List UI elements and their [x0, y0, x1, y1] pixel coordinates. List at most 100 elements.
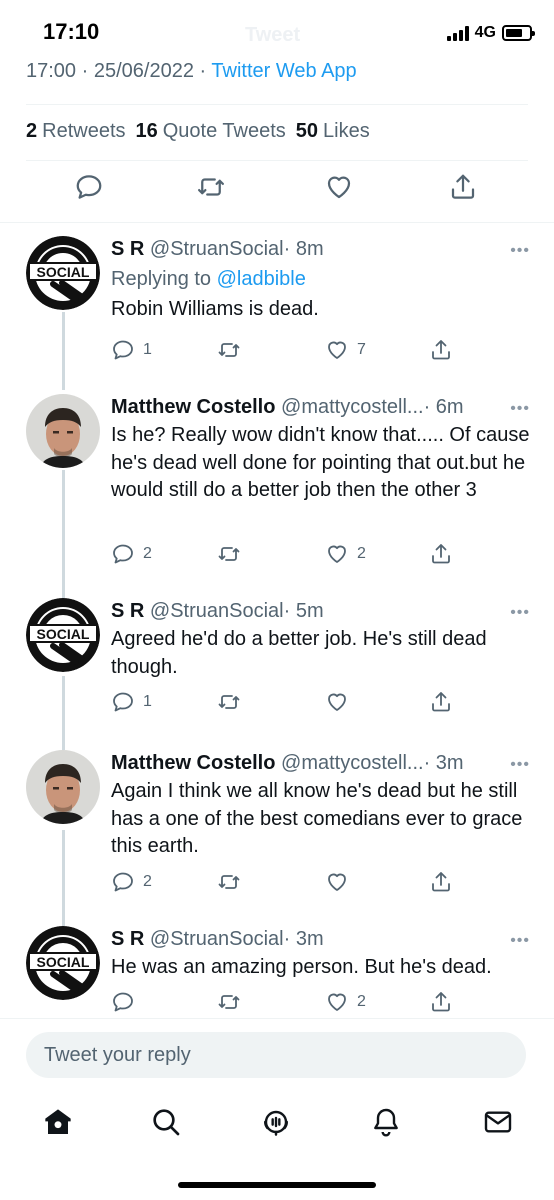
profile-photo: [26, 394, 100, 468]
reply-button[interactable]: 1: [111, 338, 152, 362]
reply-icon: [113, 692, 133, 712]
divider: [0, 222, 554, 223]
reply-count: 2: [143, 545, 152, 562]
like-button[interactable]: 7: [325, 338, 366, 362]
reply-tweet[interactable]: Matthew Costello @mattycostell...· 6m ••…: [0, 394, 554, 584]
status-indicators: 4G: [446, 22, 535, 44]
reply-tweet[interactable]: SOCIAL S R @StruanSocial· 8m ••• Replyin…: [0, 236, 554, 376]
author-handle[interactable]: @mattycostell...: [281, 752, 424, 774]
author-name[interactable]: Matthew Costello: [111, 752, 275, 774]
retweet-icon: [218, 875, 240, 889]
avatar-social-club[interactable]: SOCIAL: [26, 236, 100, 310]
share-button[interactable]: [429, 338, 453, 362]
replying-to: Replying to @ladbible: [111, 264, 530, 294]
meta-separator: ·: [81, 60, 89, 82]
like-button[interactable]: [325, 870, 357, 894]
social-club-logo: SOCIAL: [26, 926, 100, 1000]
like-icon: [328, 693, 346, 711]
retweet-icon: [218, 547, 240, 561]
retweet-icon: [218, 695, 240, 709]
retweet-button[interactable]: [217, 690, 249, 714]
reply-button[interactable]: 2: [111, 542, 152, 566]
retweets-count: 2: [26, 120, 38, 142]
like-count: 7: [357, 341, 366, 358]
reply-age: · 5m: [283, 600, 324, 622]
retweet-button[interactable]: [217, 542, 249, 566]
reply-count: 1: [143, 693, 152, 710]
reply-actions: 1: [111, 690, 530, 720]
bottom-tab-bar: [0, 1100, 554, 1150]
reply-actions: 1 7: [111, 338, 530, 368]
reply-tweet[interactable]: Matthew Costello @mattycostell...· 3m ••…: [0, 750, 554, 900]
like-icon[interactable]: [324, 172, 354, 202]
share-button[interactable]: [429, 542, 453, 566]
reply-button[interactable]: 2: [111, 870, 152, 894]
tweet-stats: 2 Retweets 16 Quote Tweets 50 Likes: [26, 120, 370, 143]
author-handle[interactable]: @StruanSocial: [150, 238, 284, 260]
retweet-button[interactable]: [217, 338, 249, 362]
reply-icon[interactable]: [74, 172, 104, 202]
avatar-social-club[interactable]: SOCIAL: [26, 926, 100, 1000]
more-options-icon[interactable]: •••: [510, 400, 530, 418]
reply-input[interactable]: [26, 1032, 526, 1078]
share-button[interactable]: [429, 690, 453, 714]
reply-button[interactable]: [111, 990, 143, 1014]
share-button[interactable]: [429, 870, 453, 894]
reply-text: Robin Williams is dead.: [111, 298, 319, 320]
reply-header: Matthew Costello @mattycostell...· 6m: [111, 394, 530, 420]
reply-text: Agreed he'd do a better job. He's still …: [111, 628, 487, 678]
like-button[interactable]: 2: [325, 990, 366, 1014]
more-options-icon[interactable]: •••: [510, 756, 530, 774]
search-icon[interactable]: [150, 1106, 182, 1138]
retweet-icon: [218, 343, 240, 357]
retweets-stat[interactable]: 2 Retweets: [26, 120, 126, 143]
avatar-matthew-costello[interactable]: [26, 394, 100, 468]
reply-age: · 8m: [283, 238, 324, 260]
retweet-button[interactable]: [217, 870, 249, 894]
battery-icon: [502, 25, 535, 41]
author-name[interactable]: S R: [111, 600, 144, 622]
messages-icon[interactable]: [482, 1106, 514, 1138]
author-handle[interactable]: @StruanSocial: [150, 928, 284, 950]
reply-age: · 3m: [283, 928, 324, 950]
author-name[interactable]: Matthew Costello: [111, 396, 275, 418]
share-icon: [432, 872, 450, 892]
more-options-icon[interactable]: •••: [510, 242, 530, 260]
replying-to-link[interactable]: @ladbible: [217, 268, 306, 290]
retweet-button[interactable]: [217, 990, 249, 1014]
share-icon: [432, 340, 450, 360]
more-options-icon[interactable]: •••: [510, 932, 530, 950]
reply-composer[interactable]: [26, 1032, 526, 1078]
reply-actions: 2 2: [111, 542, 530, 572]
reply-button[interactable]: 1: [111, 690, 152, 714]
reply-tweet[interactable]: SOCIAL S R @StruanSocial· 3m ••• He was …: [0, 926, 554, 1018]
share-icon: [432, 992, 450, 1012]
reply-header: Matthew Costello @mattycostell...· 3m: [111, 750, 530, 776]
likes-label: Likes: [323, 120, 370, 142]
notifications-icon[interactable]: [370, 1106, 402, 1138]
reply-tweet[interactable]: SOCIAL S R @StruanSocial· 5m ••• Agreed …: [0, 598, 554, 722]
author-name[interactable]: S R: [111, 928, 144, 950]
spaces-icon[interactable]: [260, 1106, 292, 1138]
share-icon[interactable]: [448, 172, 478, 202]
like-icon: [328, 993, 346, 1011]
quote-tweets-stat[interactable]: 16 Quote Tweets: [136, 120, 286, 143]
retweet-icon[interactable]: [196, 172, 226, 202]
avatar-social-club[interactable]: SOCIAL: [26, 598, 100, 672]
like-button[interactable]: [325, 690, 357, 714]
author-name[interactable]: S R: [111, 238, 144, 260]
more-options-icon[interactable]: •••: [510, 604, 530, 622]
reply-header: S R @StruanSocial· 8m: [111, 236, 530, 262]
home-indicator[interactable]: [178, 1182, 376, 1188]
author-handle[interactable]: @StruanSocial: [150, 600, 284, 622]
reply-icon: [113, 992, 133, 1012]
home-icon[interactable]: [42, 1106, 74, 1138]
like-count: 2: [357, 993, 366, 1010]
author-handle[interactable]: @mattycostell...: [281, 396, 424, 418]
likes-stat[interactable]: 50 Likes: [296, 120, 370, 143]
tweet-source-link[interactable]: Twitter Web App: [211, 60, 356, 82]
avatar-matthew-costello[interactable]: [26, 750, 100, 824]
like-button[interactable]: 2: [325, 542, 366, 566]
tweet-action-bar: [0, 172, 554, 212]
share-button[interactable]: [429, 990, 453, 1014]
